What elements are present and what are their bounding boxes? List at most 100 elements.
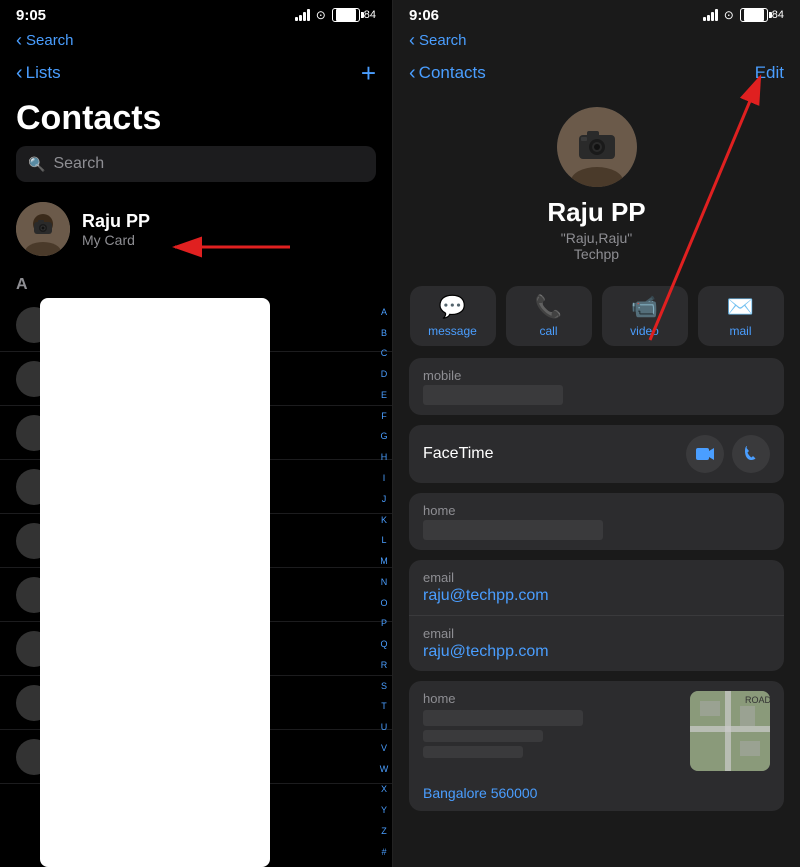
address-line-3: [423, 746, 523, 758]
call-icon: 📞: [535, 294, 562, 320]
mobile-label: mobile: [423, 368, 770, 383]
left-battery-level: 84: [364, 9, 376, 21]
video-label: video: [630, 324, 659, 338]
alpha-hash[interactable]: #: [381, 848, 386, 857]
video-button[interactable]: 📹 video: [602, 286, 688, 346]
left-battery-icon: [332, 8, 360, 22]
white-overlay-panel: [40, 298, 270, 867]
email-card: email raju@techpp.com email raju@techpp.…: [409, 560, 784, 671]
call-label: call: [539, 324, 557, 338]
my-card-avatar: [16, 202, 70, 256]
alpha-x[interactable]: X: [381, 785, 387, 794]
right-status-right: ⊙ 84: [703, 8, 784, 22]
message-button[interactable]: 💬 message: [410, 286, 496, 346]
alpha-g[interactable]: G: [380, 432, 387, 441]
alpha-q[interactable]: Q: [380, 640, 387, 649]
message-label: message: [428, 324, 477, 338]
alpha-i[interactable]: I: [383, 474, 386, 483]
home-map-row: home ROAD: [409, 681, 784, 781]
alpha-m[interactable]: M: [380, 557, 388, 566]
alpha-c[interactable]: C: [381, 349, 388, 358]
alpha-u[interactable]: U: [381, 723, 388, 732]
mail-label: mail: [729, 324, 751, 338]
left-panel: 9:05 ⊙ 84 ‹ Search ‹: [0, 0, 393, 867]
home-phone-card: home: [409, 493, 784, 550]
alpha-y[interactable]: Y: [381, 806, 387, 815]
my-card-name: Raju PP: [82, 211, 150, 232]
mobile-card: mobile: [409, 358, 784, 415]
svg-text:ROAD: ROAD: [745, 695, 770, 705]
alpha-p[interactable]: P: [381, 619, 387, 628]
mail-button[interactable]: ✉️ mail: [698, 286, 784, 346]
lists-label[interactable]: Lists: [26, 63, 61, 83]
alpha-v[interactable]: V: [381, 744, 387, 753]
alpha-r[interactable]: R: [381, 661, 388, 670]
alpha-f[interactable]: F: [381, 412, 387, 421]
alpha-s[interactable]: S: [381, 682, 387, 691]
search-bar[interactable]: 🔍 Search: [16, 146, 376, 182]
lists-back-button[interactable]: ‹ Lists: [16, 62, 61, 85]
facetime-card: FaceTime: [409, 425, 784, 483]
email-value-2[interactable]: raju@techpp.com: [423, 643, 770, 661]
alpha-b[interactable]: B: [381, 329, 387, 338]
email-label-1: email: [423, 570, 770, 585]
left-status-right: ⊙ 84: [295, 8, 376, 22]
facetime-row: FaceTime: [409, 425, 784, 483]
my-card-subtitle: My Card: [82, 232, 150, 248]
contact-company: Techpp: [574, 246, 619, 262]
address-line-1: [423, 710, 583, 726]
contact-name: Raju PP: [547, 197, 645, 228]
alpha-k[interactable]: K: [381, 516, 387, 525]
right-nav-bar: ‹ Contacts Edit: [393, 51, 800, 95]
mobile-field: mobile: [409, 358, 784, 415]
mail-icon: ✉️: [727, 294, 754, 320]
search-input[interactable]: Search: [53, 155, 104, 173]
map-thumbnail[interactable]: ROAD: [690, 691, 770, 771]
alpha-o[interactable]: O: [380, 599, 387, 608]
home-phone-field: home: [409, 493, 784, 550]
email-field-1[interactable]: email raju@techpp.com: [409, 560, 784, 616]
detail-scroll[interactable]: mobile FaceTime: [393, 358, 800, 867]
action-buttons-row: 💬 message 📞 call 📹 video ✉️ mail: [393, 278, 800, 358]
left-back-label[interactable]: Search: [26, 32, 74, 49]
my-card-info: Raju PP My Card: [82, 211, 150, 248]
mobile-value: [423, 385, 563, 405]
email-value-1[interactable]: raju@techpp.com: [423, 587, 770, 605]
home-phone-value: [423, 520, 603, 540]
contacts-back-button[interactable]: ‹ Contacts: [409, 62, 486, 85]
contacts-back-label[interactable]: Contacts: [419, 63, 486, 83]
facetime-audio-button[interactable]: [732, 435, 770, 473]
call-button[interactable]: 📞 call: [506, 286, 592, 346]
facetime-label: FaceTime: [423, 445, 494, 463]
address-line-2: [423, 730, 543, 742]
facetime-icons: [686, 435, 770, 473]
my-card-row[interactable]: Raju PP My Card: [0, 194, 392, 264]
facetime-video-button[interactable]: [686, 435, 724, 473]
left-status-bar: 9:05 ⊙ 84: [0, 0, 392, 28]
left-wifi-icon: ⊙: [316, 8, 326, 22]
alpha-d[interactable]: D: [381, 370, 388, 379]
alpha-a[interactable]: A: [381, 308, 387, 317]
right-battery-level: 84: [772, 9, 784, 21]
alphabet-index[interactable]: A B C D E F G H I J K L M N O P Q R S T: [376, 298, 392, 867]
alpha-t[interactable]: T: [381, 702, 387, 711]
alpha-j[interactable]: J: [382, 495, 387, 504]
email-field-2[interactable]: email raju@techpp.com: [409, 616, 784, 671]
right-time: 9:06: [409, 7, 439, 24]
alpha-n[interactable]: N: [381, 578, 388, 587]
right-back-label[interactable]: Search: [419, 32, 467, 49]
alpha-z[interactable]: Z: [381, 827, 387, 836]
contact-avatar-large: [557, 107, 637, 187]
add-contact-button[interactable]: +: [361, 58, 376, 89]
contact-list: A B C D E F G H I J K L M N O P Q R S T: [0, 298, 392, 867]
address-city[interactable]: Bangalore 560000: [409, 781, 784, 811]
edit-button[interactable]: Edit: [755, 63, 784, 83]
alpha-w[interactable]: W: [380, 765, 389, 774]
contact-header: Raju PP "Raju,Raju" Techpp: [393, 95, 800, 278]
right-back-row: ‹ Search: [393, 28, 800, 51]
alpha-l[interactable]: L: [381, 536, 386, 545]
alpha-h[interactable]: H: [381, 453, 388, 462]
alpha-e[interactable]: E: [381, 391, 387, 400]
right-wifi-icon: ⊙: [724, 8, 734, 22]
right-signal-icon: [703, 9, 718, 21]
